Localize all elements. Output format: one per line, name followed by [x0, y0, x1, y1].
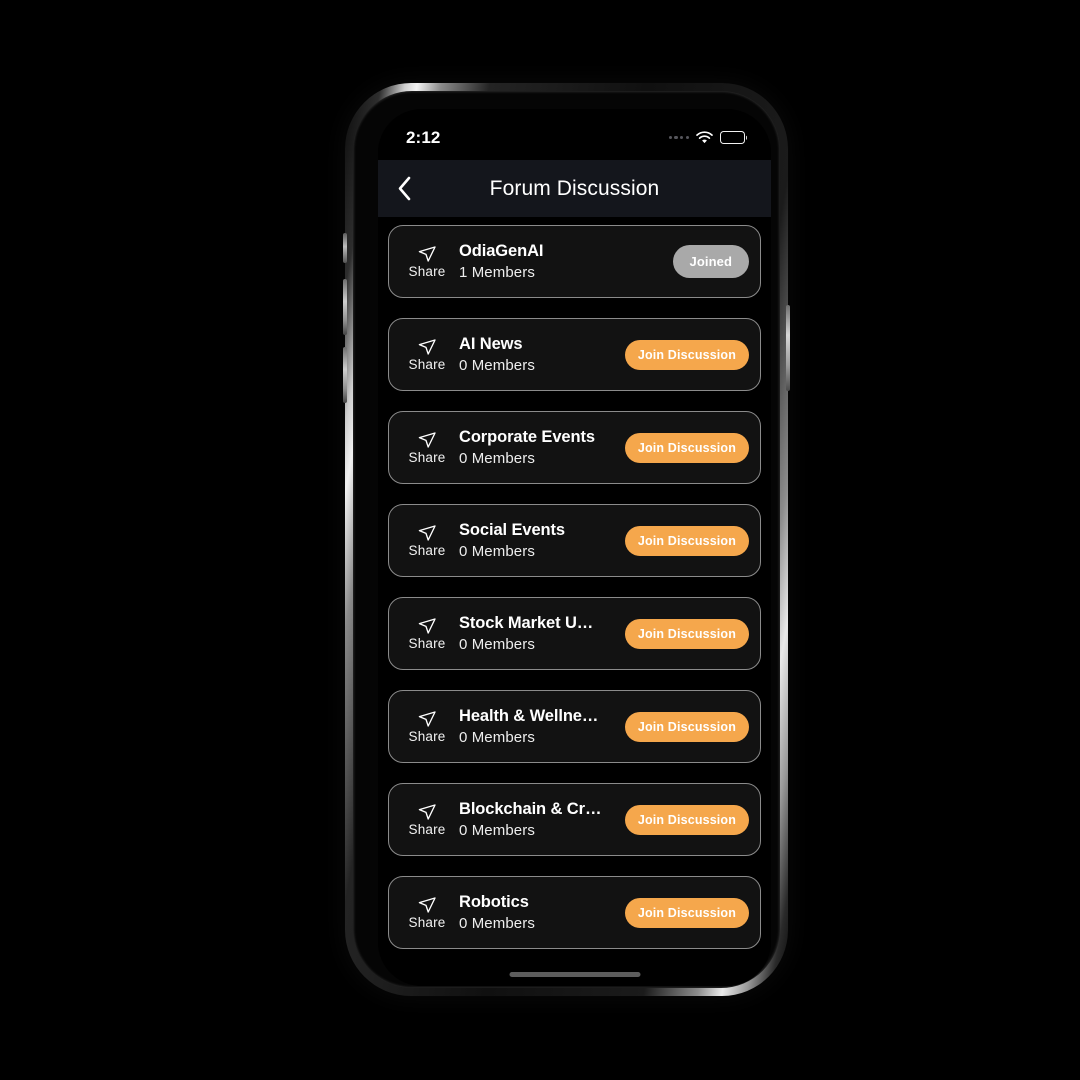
forum-name: OdiaGenAI [459, 242, 544, 261]
share-label: Share [408, 356, 446, 372]
display-notch [493, 109, 656, 136]
forum-info: OdiaGenAI 1 Members [459, 240, 673, 283]
forum-info: AI News 0 Members [459, 333, 625, 376]
share-label: Share [408, 542, 446, 558]
share-label: Share [408, 263, 446, 279]
share-button[interactable]: Share [389, 803, 459, 837]
send-share-icon [417, 803, 437, 821]
send-share-icon [417, 431, 437, 449]
forum-card[interactable]: Share Blockchain & Cr… 0 Members Join Di… [388, 783, 761, 856]
forum-name: Corporate Events [459, 428, 595, 447]
share-button[interactable]: Share [389, 896, 459, 930]
join-button[interactable]: Joined [672, 245, 749, 278]
forum-action: Join Discussion [624, 804, 760, 835]
forum-info: Social Events 0 Members [459, 519, 625, 562]
phone-bezel-inner: 2:12 Forum Discussion Share OdiaGenAI 1 … [353, 91, 780, 988]
forum-info: Corporate Events 0 Members [459, 426, 625, 469]
share-button[interactable]: Share [389, 524, 459, 558]
forum-member-count: 0 Members [459, 356, 535, 374]
forum-card[interactable]: Share OdiaGenAI 1 Members Joined [388, 225, 761, 298]
forum-action: Join Discussion [624, 432, 760, 463]
forum-action: Join Discussion [624, 525, 760, 556]
forum-card[interactable]: Share Health & Wellne… 0 Members Join Di… [388, 690, 761, 763]
send-share-icon [417, 896, 437, 914]
battery-full-icon [720, 131, 745, 144]
app-header: Forum Discussion [378, 160, 771, 217]
phone-device-frame: 2:12 Forum Discussion Share OdiaGenAI 1 … [343, 83, 790, 996]
forum-name: Health & Wellne… [459, 707, 599, 726]
forum-member-count: 0 Members [459, 449, 535, 467]
forum-member-count: 0 Members [459, 635, 535, 653]
forum-info: Health & Wellne… 0 Members [459, 705, 625, 748]
wifi-icon [696, 131, 713, 144]
share-label: Share [408, 821, 446, 837]
forum-member-count: 0 Members [459, 542, 535, 560]
forum-info: Robotics 0 Members [459, 891, 625, 934]
status-bar-indicators [668, 125, 745, 144]
volume-down-button[interactable] [343, 347, 347, 403]
join-button[interactable]: Join Discussion [624, 525, 749, 556]
join-button[interactable]: Join Discussion [624, 897, 749, 928]
silent-switch[interactable] [343, 233, 347, 263]
forum-member-count: 0 Members [459, 821, 535, 839]
join-button[interactable]: Join Discussion [624, 618, 749, 649]
send-share-icon [417, 524, 437, 542]
forum-name: Social Events [459, 521, 565, 540]
join-button[interactable]: Join Discussion [624, 804, 749, 835]
share-label: Share [408, 914, 446, 930]
signal-dots-icon [668, 135, 689, 140]
forum-card[interactable]: Share Corporate Events 0 Members Join Di… [388, 411, 761, 484]
forum-list[interactable]: Share OdiaGenAI 1 Members Joined Share A… [378, 217, 771, 955]
forum-name: Blockchain & Cr… [459, 800, 602, 819]
share-button[interactable]: Share [389, 617, 459, 651]
forum-card[interactable]: Share Social Events 0 Members Join Discu… [388, 504, 761, 577]
share-button[interactable]: Share [389, 431, 459, 465]
share-label: Share [408, 635, 446, 651]
forum-card[interactable]: Share Stock Market U… 0 Members Join Dis… [388, 597, 761, 670]
status-bar-clock: 2:12 [406, 127, 441, 147]
forum-member-count: 0 Members [459, 914, 535, 932]
send-share-icon [417, 245, 437, 263]
send-share-icon [417, 710, 437, 728]
join-button[interactable]: Join Discussion [624, 711, 749, 742]
forum-card[interactable]: Share Robotics 0 Members Join Discussion [388, 876, 761, 949]
back-button[interactable] [378, 160, 430, 217]
share-label: Share [408, 449, 446, 465]
join-button[interactable]: Join Discussion [624, 339, 749, 370]
forum-action: Joined [672, 245, 761, 278]
forum-action: Join Discussion [624, 711, 760, 742]
home-indicator-area [378, 955, 771, 986]
send-share-icon [417, 617, 437, 635]
forum-member-count: 0 Members [459, 728, 535, 746]
forum-action: Join Discussion [624, 897, 760, 928]
share-button[interactable]: Share [389, 338, 459, 372]
share-button[interactable]: Share [389, 710, 459, 744]
share-button[interactable]: Share [389, 245, 459, 279]
send-share-icon [417, 338, 437, 356]
page-title: Forum Discussion [489, 176, 660, 200]
forum-name: Stock Market U… [459, 614, 594, 633]
screenshot-canvas: 2:12 Forum Discussion Share OdiaGenAI 1 … [0, 0, 1080, 1080]
power-button[interactable] [786, 305, 790, 391]
forum-name: AI News [459, 335, 523, 354]
phone-screen: 2:12 Forum Discussion Share OdiaGenAI 1 … [378, 109, 771, 986]
forum-info: Stock Market U… 0 Members [459, 612, 625, 655]
forum-name: Robotics [459, 893, 529, 912]
join-button[interactable]: Join Discussion [624, 432, 749, 463]
forum-info: Blockchain & Cr… 0 Members [459, 798, 625, 841]
home-indicator-bar[interactable] [509, 972, 640, 977]
volume-up-button[interactable] [343, 279, 347, 335]
forum-card[interactable]: Share AI News 0 Members Join Discussion [388, 318, 761, 391]
forum-action: Join Discussion [624, 618, 760, 649]
chevron-left-icon [397, 176, 412, 201]
forum-member-count: 1 Members [459, 263, 535, 281]
share-label: Share [408, 728, 446, 744]
forum-action: Join Discussion [624, 339, 760, 370]
